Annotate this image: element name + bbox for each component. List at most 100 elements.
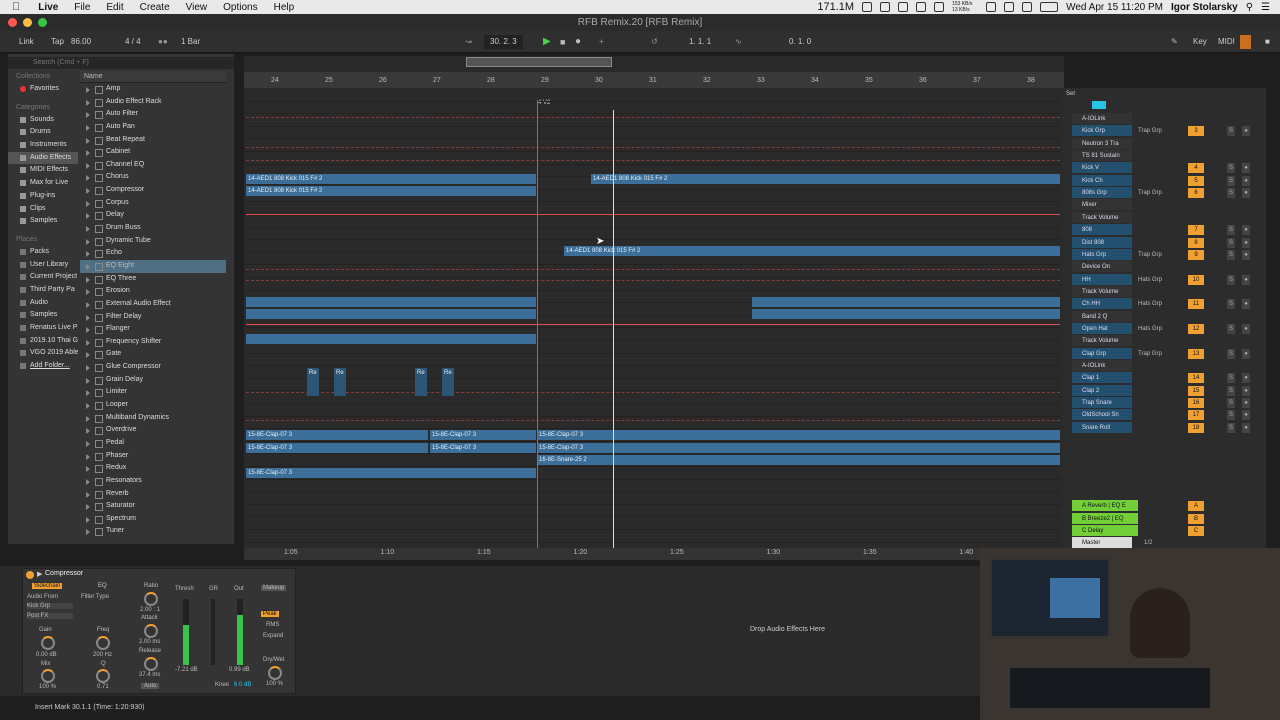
arrangement-clip[interactable]: 14-AED1 808 Kick 015 F# 2 (246, 174, 536, 184)
time-ruler[interactable]: 1:05 1:10 1:15 1:20 1:25 1:30 1:35 1:40 (244, 548, 1064, 560)
track-name[interactable]: HH (1072, 273, 1132, 285)
solo-button[interactable]: S (1227, 373, 1235, 384)
out-meter[interactable] (237, 599, 243, 665)
track-header[interactable]: 808 7 S ● (1064, 224, 1264, 236)
solo-button[interactable]: S (1227, 225, 1235, 236)
track-lane[interactable] (246, 492, 1060, 505)
browser-item[interactable]: Filter Delay (80, 311, 226, 324)
q-knob[interactable] (96, 669, 110, 683)
browser-item[interactable]: Dynamic Tube (80, 235, 226, 248)
arrangement-clip[interactable]: 15-8E-Clap-07 3 (537, 430, 1060, 440)
apple-icon[interactable]:  (0, 1, 30, 13)
sidebar-item-plug-ins[interactable]: Plug-ins (8, 190, 78, 203)
dropbox-icon[interactable] (898, 2, 909, 12)
track-header[interactable]: OldSchool Sn 17 S ● (1064, 409, 1264, 421)
sidebar-item-favorites[interactable]: Favorites (8, 83, 78, 96)
browser-item[interactable]: Auto Filter (80, 108, 226, 121)
beat-ruler[interactable]: 24 25 26 27 28 29 30 31 32 33 34 35 36 37 38 (244, 72, 1064, 88)
track-header[interactable]: Ch HH Hats Grp 11 S ● (1064, 298, 1264, 310)
arrangement-clip[interactable]: 14-AED1 808 Kick 015 F# 2 (246, 186, 536, 196)
track-name[interactable]: Kick V (1072, 162, 1132, 174)
track-activator[interactable]: 11 (1188, 299, 1204, 310)
rms-toggle[interactable]: RMS (266, 622, 279, 628)
browser-item[interactable]: Resonators (80, 475, 226, 488)
track-name[interactable]: Clap 2 (1072, 384, 1132, 396)
close-window-button[interactable] (8, 18, 17, 27)
track-name[interactable]: Track Volume (1072, 335, 1132, 347)
return-track-name[interactable]: C Delay (1072, 525, 1138, 536)
track-lane[interactable] (246, 379, 1060, 392)
time-machine-icon[interactable] (986, 2, 997, 12)
fold-icon[interactable]: ▶ (37, 570, 42, 578)
solo-button[interactable]: S (1227, 126, 1235, 137)
track-header[interactable]: Kick Ch 5 S ● (1064, 174, 1264, 187)
drywet-value[interactable]: 100 % (266, 681, 283, 687)
track-name[interactable]: A-IOLink (1072, 360, 1132, 371)
spotlight-icon[interactable]: ⚲ (1246, 2, 1253, 13)
track-name[interactable]: Neutron 3 Tra (1072, 137, 1132, 149)
track-activator[interactable]: 18 (1188, 422, 1204, 433)
arm-button[interactable]: ● (1242, 373, 1250, 384)
browser-item[interactable]: Glue Compressor (80, 361, 226, 374)
track-header[interactable]: Band 2 Q (1064, 310, 1264, 323)
track-activator[interactable]: 9 (1188, 249, 1204, 260)
expand-toggle[interactable]: Expand (263, 633, 283, 639)
thresh-meter[interactable] (183, 599, 189, 665)
track-activator[interactable]: 13 (1188, 348, 1204, 359)
volume-icon[interactable] (1022, 2, 1033, 12)
browser-item[interactable]: Grain Delay (80, 374, 226, 387)
track-name[interactable]: Ch HH (1072, 298, 1132, 310)
arrangement-clip[interactable]: 14-AED1 808 Kick 015 F# 2 (591, 174, 1060, 184)
automation-line[interactable] (246, 324, 1060, 325)
automation-line[interactable] (246, 117, 1060, 118)
track-header[interactable]: HH Hats Grp 10 S ● (1064, 273, 1264, 286)
menu-options[interactable]: Options (215, 2, 265, 13)
return-track-header[interactable]: B Breeze2 | EQ B (1064, 512, 1264, 525)
arm-button[interactable]: ● (1242, 348, 1250, 359)
arm-button[interactable]: ● (1242, 398, 1250, 409)
sidebar-place-4[interactable]: Audio (8, 297, 78, 310)
track-activator[interactable]: 14 (1188, 373, 1204, 384)
gain-knob[interactable] (41, 636, 55, 650)
track-name[interactable]: Kick Grp (1072, 125, 1132, 137)
track-header[interactable]: Device On (1064, 261, 1264, 273)
arrangement-clip[interactable]: 15-8E-Clap-07 3 (537, 443, 1060, 453)
solo-button[interactable]: S (1227, 175, 1235, 186)
track-activator[interactable]: 6 (1188, 188, 1204, 199)
browser-item[interactable]: Beat Repeat (80, 134, 226, 147)
arrangement-clip[interactable]: 15-8E-Clap-07 3 (430, 430, 536, 440)
browser-item[interactable]: Flanger (80, 323, 226, 336)
arm-button[interactable]: ● (1242, 188, 1250, 199)
return-track-header[interactable]: C Delay C (1064, 525, 1264, 537)
draw-mode-icon[interactable]: ∿ (732, 35, 745, 49)
link-button[interactable]: Link (16, 35, 37, 49)
track-lane[interactable] (246, 228, 1060, 241)
return-track-header[interactable]: A Reverb | EQ E A (1064, 500, 1264, 512)
track-header[interactable]: Open Hat Hats Grp 12 S ● (1064, 322, 1264, 335)
browser-item[interactable]: Redux (80, 462, 226, 475)
track-lane[interactable] (246, 417, 1060, 430)
sidebar-item-sounds[interactable]: Sounds (8, 114, 78, 127)
arrangement-clip[interactable] (246, 334, 536, 344)
sidebar-item-max-for-live[interactable]: Max for Live (8, 177, 78, 190)
track-lane[interactable] (246, 505, 1060, 518)
track-lane[interactable] (246, 530, 1060, 543)
mix-value[interactable]: 100 % (39, 684, 56, 690)
track-name[interactable]: Open Hat (1072, 322, 1132, 334)
track-activator[interactable]: 4 (1188, 163, 1204, 174)
browser-item[interactable]: Spectrum (80, 513, 226, 526)
sidebar-place-8[interactable]: VGO 2019 Able (8, 347, 78, 360)
overdub-icon[interactable]: + (596, 35, 607, 49)
track-name[interactable]: A-IOLink (1072, 113, 1132, 124)
arrangement-clip[interactable]: 16-8E-Snare-25 2 (537, 455, 1060, 465)
track-lane[interactable] (246, 366, 1060, 379)
return-track-name[interactable]: B Breeze2 | EQ (1072, 512, 1138, 524)
zoom-window-button[interactable] (38, 18, 47, 27)
automation-line[interactable] (246, 420, 1060, 421)
arrangement-clip[interactable] (752, 309, 1060, 319)
browser-item[interactable]: Reverb (80, 488, 226, 501)
track-routing[interactable]: Hats Grp (1138, 298, 1162, 310)
arrangement-clip[interactable]: Re (415, 368, 427, 396)
track-name[interactable]: 808 (1072, 224, 1132, 236)
metronome-icon[interactable]: ●● (155, 35, 171, 49)
